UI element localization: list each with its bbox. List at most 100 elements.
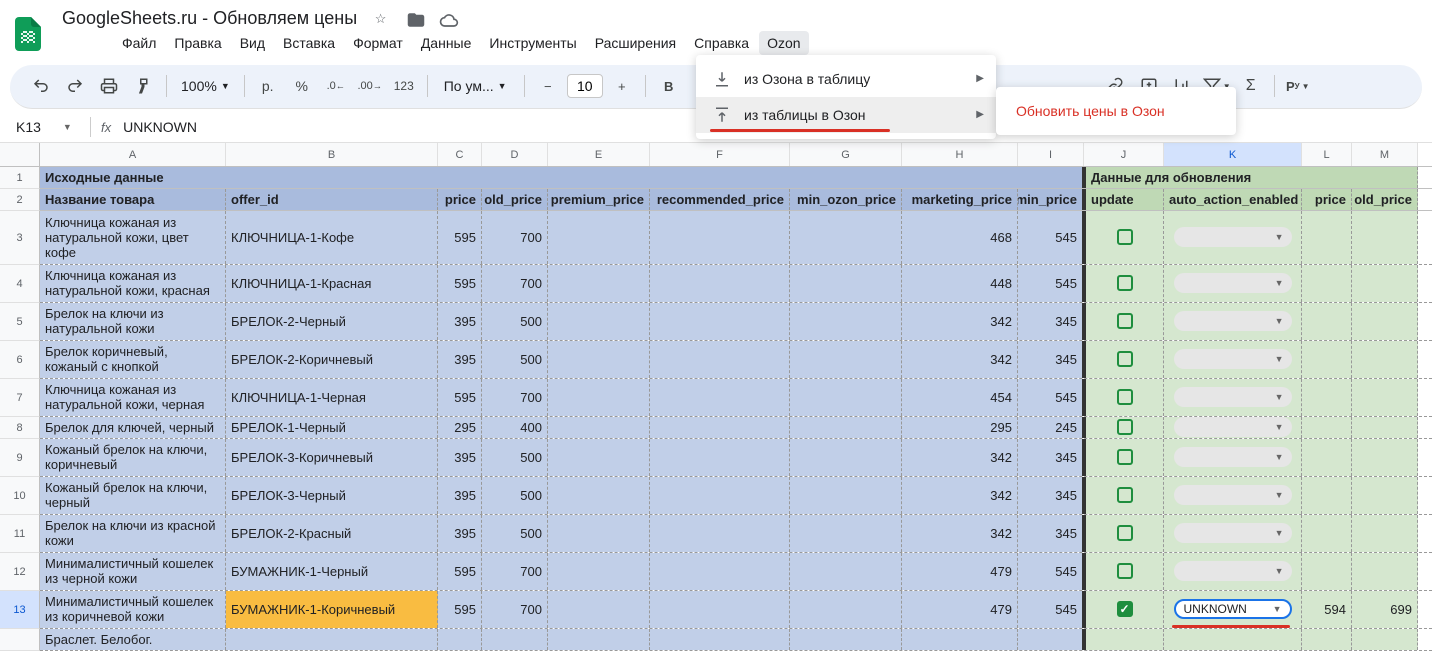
min-ozon-price[interactable] bbox=[790, 379, 902, 416]
recommended-price[interactable] bbox=[650, 303, 790, 340]
update-price[interactable] bbox=[1302, 379, 1352, 416]
col-header-G[interactable]: G bbox=[790, 143, 902, 166]
cloud-icon[interactable] bbox=[439, 11, 459, 31]
font-size-decrease[interactable]: − bbox=[533, 71, 563, 101]
col-header-B[interactable]: B bbox=[226, 143, 438, 166]
premium-price[interactable] bbox=[548, 265, 650, 302]
premium-price[interactable] bbox=[548, 379, 650, 416]
marketing-price[interactable]: 479 bbox=[902, 553, 1018, 590]
premium-price[interactable] bbox=[548, 515, 650, 552]
update-checkbox[interactable] bbox=[1084, 591, 1164, 628]
auto-action-cell[interactable]: ▼ bbox=[1164, 417, 1302, 438]
offer-id[interactable]: БУМАЖНИК-1-Коричневый bbox=[226, 591, 438, 628]
offer-id[interactable]: БРЕЛОК-1-Черный bbox=[226, 417, 438, 438]
update-old-price[interactable] bbox=[1352, 303, 1418, 340]
col-header-H[interactable]: H bbox=[902, 143, 1018, 166]
product-name[interactable]: Минималистичный кошелек из коричневой ко… bbox=[40, 591, 226, 628]
offer-id[interactable]: БРЕЛОК-3-Коричневый bbox=[226, 439, 438, 476]
dropdown-to-ozon[interactable]: из таблицы в Озон ▶ bbox=[696, 97, 996, 133]
update-price[interactable] bbox=[1302, 515, 1352, 552]
update-price[interactable] bbox=[1302, 477, 1352, 514]
premium-price[interactable] bbox=[548, 553, 650, 590]
update-old-price[interactable] bbox=[1352, 515, 1418, 552]
min-ozon-price[interactable] bbox=[790, 629, 902, 650]
row-header[interactable]: 8 bbox=[0, 417, 40, 439]
column-header[interactable]: min_ozon_price bbox=[790, 189, 902, 210]
row-header[interactable]: 7 bbox=[0, 379, 40, 417]
checkbox[interactable] bbox=[1117, 313, 1133, 329]
old-price[interactable] bbox=[482, 629, 548, 650]
marketing-price[interactable]: 342 bbox=[902, 303, 1018, 340]
update-price[interactable] bbox=[1302, 265, 1352, 302]
min-price[interactable]: 545 bbox=[1018, 211, 1084, 264]
old-price[interactable]: 700 bbox=[482, 265, 548, 302]
marketing-price[interactable] bbox=[902, 629, 1018, 650]
recommended-price[interactable] bbox=[650, 439, 790, 476]
spreadsheet-grid[interactable]: A B C D E F G H I J K L M 12345678910111… bbox=[0, 143, 1432, 651]
column-header[interactable]: premium_price bbox=[548, 189, 650, 210]
update-old-price[interactable] bbox=[1352, 439, 1418, 476]
marketing-price[interactable]: 342 bbox=[902, 439, 1018, 476]
min-price[interactable]: 545 bbox=[1018, 379, 1084, 416]
min-ozon-price[interactable] bbox=[790, 591, 902, 628]
product-name[interactable]: Минималистичный кошелек из черной кожи bbox=[40, 553, 226, 590]
update-price[interactable] bbox=[1302, 417, 1352, 438]
old-price[interactable]: 700 bbox=[482, 553, 548, 590]
product-name[interactable]: Брелок для ключей, черный bbox=[40, 417, 226, 438]
column-header[interactable]: Название товара bbox=[40, 189, 226, 210]
marketing-price[interactable]: 342 bbox=[902, 341, 1018, 378]
update-checkbox[interactable] bbox=[1084, 477, 1164, 514]
dropdown-pill[interactable]: ▼ bbox=[1174, 387, 1292, 407]
marketing-price[interactable]: 342 bbox=[902, 515, 1018, 552]
checkbox[interactable] bbox=[1117, 525, 1133, 541]
product-name[interactable]: Кожаный брелок на ключи, коричневый bbox=[40, 439, 226, 476]
print-button[interactable] bbox=[94, 71, 124, 101]
min-ozon-price[interactable] bbox=[790, 265, 902, 302]
dropdown-from-ozon[interactable]: из Озона в таблицу ▶ bbox=[696, 61, 996, 97]
menu-tools[interactable]: Инструменты bbox=[481, 31, 584, 55]
column-header[interactable]: price bbox=[1302, 189, 1352, 210]
old-price[interactable]: 700 bbox=[482, 591, 548, 628]
row-header[interactable]: 11 bbox=[0, 515, 40, 553]
premium-price[interactable] bbox=[548, 591, 650, 628]
premium-price[interactable] bbox=[548, 341, 650, 378]
product-name[interactable]: Брелок коричневый, кожаный с кнопкой bbox=[40, 341, 226, 378]
update-old-price[interactable] bbox=[1352, 417, 1418, 438]
recommended-price[interactable] bbox=[650, 629, 790, 650]
price[interactable]: 395 bbox=[438, 341, 482, 378]
marketing-price[interactable]: 479 bbox=[902, 591, 1018, 628]
update-old-price[interactable] bbox=[1352, 477, 1418, 514]
premium-price[interactable] bbox=[548, 211, 650, 264]
col-header-M[interactable]: M bbox=[1352, 143, 1418, 166]
product-name[interactable]: Брелок на ключи из натуральной кожи bbox=[40, 303, 226, 340]
update-checkbox[interactable] bbox=[1084, 211, 1164, 264]
min-price[interactable]: 545 bbox=[1018, 591, 1084, 628]
col-header-E[interactable]: E bbox=[548, 143, 650, 166]
currency-button[interactable]: р. bbox=[253, 71, 283, 101]
recommended-price[interactable] bbox=[650, 553, 790, 590]
update-price[interactable] bbox=[1302, 303, 1352, 340]
dropdown-pill[interactable]: ▼ bbox=[1174, 417, 1292, 437]
column-header[interactable]: old_price bbox=[1352, 189, 1418, 210]
dropdown-pill[interactable]: ▼ bbox=[1174, 447, 1292, 467]
offer-id[interactable]: КЛЮЧНИЦА-1-Кофе bbox=[226, 211, 438, 264]
column-header[interactable]: update bbox=[1084, 189, 1164, 210]
auto-action-cell[interactable]: ▼ bbox=[1164, 477, 1302, 514]
min-price[interactable]: 245 bbox=[1018, 417, 1084, 438]
marketing-price[interactable]: 468 bbox=[902, 211, 1018, 264]
row-header[interactable]: 5 bbox=[0, 303, 40, 341]
price[interactable]: 395 bbox=[438, 477, 482, 514]
product-name[interactable]: Ключница кожаная из натуральной кожи, цв… bbox=[40, 211, 226, 264]
marketing-price[interactable]: 342 bbox=[902, 477, 1018, 514]
recommended-price[interactable] bbox=[650, 515, 790, 552]
row-header[interactable]: 6 bbox=[0, 341, 40, 379]
dropdown-pill[interactable]: ▼ bbox=[1174, 311, 1292, 331]
select-all-corner[interactable] bbox=[0, 143, 40, 166]
dropdown-pill[interactable]: ▼ bbox=[1174, 523, 1292, 543]
old-price[interactable]: 500 bbox=[482, 439, 548, 476]
recommended-price[interactable] bbox=[650, 265, 790, 302]
redo-button[interactable] bbox=[60, 71, 90, 101]
col-header-C[interactable]: C bbox=[438, 143, 482, 166]
price[interactable]: 395 bbox=[438, 439, 482, 476]
row-header[interactable]: 3 bbox=[0, 211, 40, 265]
